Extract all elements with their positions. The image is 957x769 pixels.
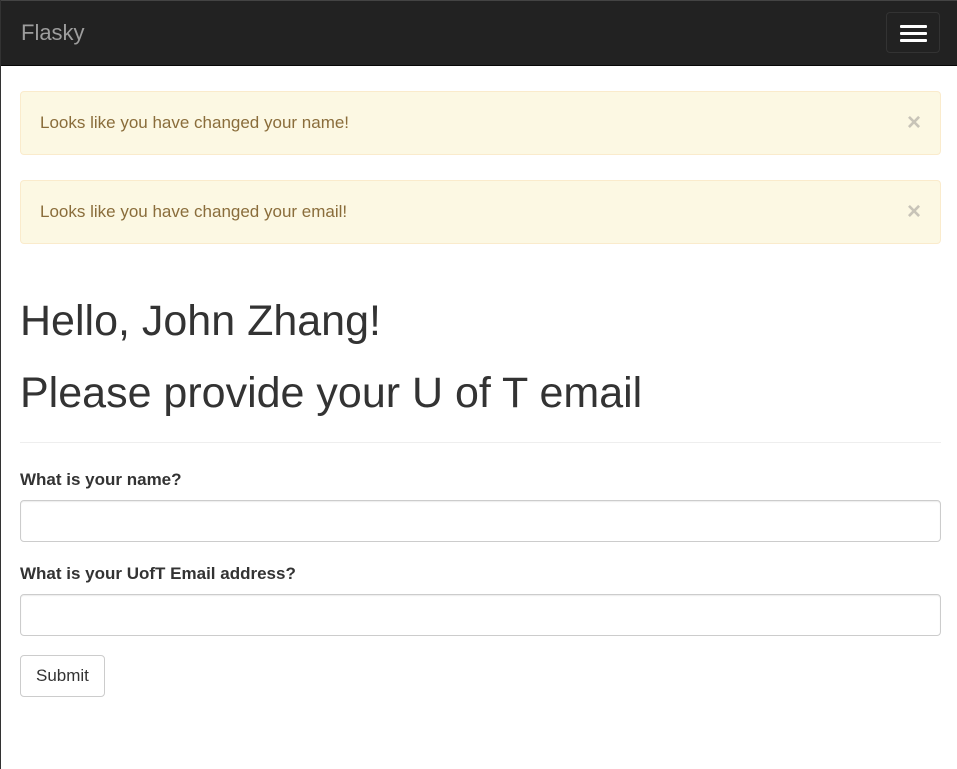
close-icon[interactable]: × [907, 181, 921, 243]
divider [20, 442, 941, 443]
name-label: What is your name? [20, 470, 182, 489]
submit-button[interactable]: Submit [20, 655, 105, 697]
main-content: Looks like you have changed your name! ×… [1, 91, 957, 697]
alert-message: Looks like you have changed your email! [40, 202, 348, 221]
navbar-toggle-button[interactable] [886, 12, 940, 53]
name-input[interactable] [20, 500, 941, 542]
alert-name-changed: Looks like you have changed your name! × [20, 91, 941, 155]
email-input[interactable] [20, 594, 941, 636]
brand-link[interactable]: Flasky [21, 20, 85, 46]
greeting-heading: Hello, John Zhang! [20, 297, 381, 345]
email-form-group: What is your UofT Email address? [20, 563, 941, 636]
alert-message: Looks like you have changed your name! [40, 113, 350, 132]
email-label: What is your UofT Email address? [20, 564, 296, 583]
page: Flasky Looks like you have changed your … [0, 0, 957, 769]
user-form: What is your name? What is your UofT Ema… [20, 469, 941, 697]
close-icon[interactable]: × [907, 92, 921, 154]
prompt-heading: Please provide your U of T email [20, 369, 643, 417]
name-form-group: What is your name? [20, 469, 941, 542]
navbar: Flasky [1, 0, 957, 66]
alert-email-changed: Looks like you have changed your email! … [20, 180, 941, 244]
